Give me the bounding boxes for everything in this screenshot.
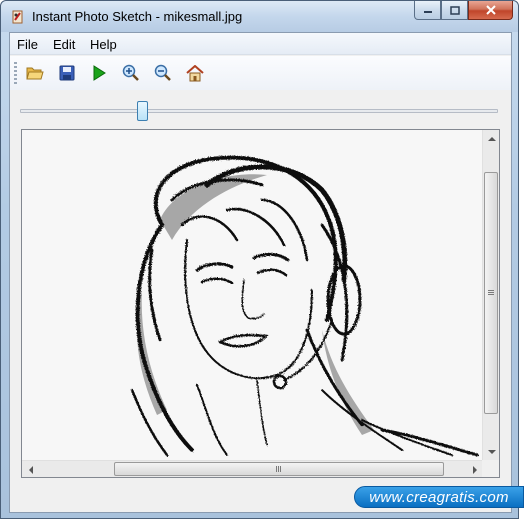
close-button[interactable] bbox=[468, 1, 513, 20]
slider-track[interactable] bbox=[20, 109, 498, 113]
scroll-grip-icon bbox=[488, 290, 494, 296]
scroll-corner bbox=[482, 460, 499, 477]
minimize-icon bbox=[423, 11, 432, 13]
window-title: Instant Photo Sketch - mikesmall.jpg bbox=[32, 9, 243, 24]
scroll-up-button[interactable] bbox=[483, 130, 499, 147]
vertical-scroll-thumb[interactable] bbox=[484, 172, 498, 414]
title-bar[interactable]: Instant Photo Sketch - mikesmall.jpg bbox=[1, 1, 518, 32]
toolbar-grip[interactable] bbox=[14, 62, 17, 84]
save-button[interactable] bbox=[57, 63, 77, 83]
menu-bar: File Edit Help bbox=[10, 33, 511, 55]
play-icon bbox=[93, 65, 106, 81]
menu-file[interactable]: File bbox=[17, 37, 38, 52]
close-icon bbox=[485, 5, 496, 15]
home-button[interactable] bbox=[185, 63, 205, 83]
zoom-out-icon bbox=[154, 64, 171, 81]
minimize-button[interactable] bbox=[414, 1, 441, 20]
app-window: Instant Photo Sketch - mikesmall.jpg Fil… bbox=[0, 0, 519, 519]
image-viewport bbox=[21, 129, 500, 478]
menu-edit[interactable]: Edit bbox=[53, 37, 75, 52]
window-controls bbox=[414, 1, 513, 21]
scroll-left-button[interactable] bbox=[22, 461, 39, 477]
watermark-badge: www.creagratis.com bbox=[354, 486, 524, 508]
scroll-grip-icon bbox=[276, 466, 282, 472]
zoom-in-button[interactable] bbox=[121, 63, 141, 83]
save-icon bbox=[59, 65, 75, 81]
horizontal-scroll-thumb[interactable] bbox=[114, 462, 444, 476]
slider-thumb[interactable] bbox=[136, 101, 148, 121]
scroll-down-button[interactable] bbox=[483, 443, 499, 460]
toolbar bbox=[10, 56, 511, 90]
client-area: File Edit Help bbox=[9, 32, 512, 513]
sketch-level-slider-area bbox=[10, 91, 511, 127]
run-button[interactable] bbox=[89, 63, 109, 83]
home-icon bbox=[186, 64, 204, 81]
arrow-up-icon bbox=[487, 136, 496, 141]
arrow-right-icon bbox=[472, 465, 477, 474]
scroll-right-button[interactable] bbox=[466, 461, 483, 477]
menu-help[interactable]: Help bbox=[90, 37, 117, 52]
app-icon bbox=[12, 10, 23, 24]
sketch-image bbox=[22, 130, 483, 460]
zoom-out-button[interactable] bbox=[153, 63, 173, 83]
horizontal-scrollbar[interactable] bbox=[22, 460, 483, 477]
zoom-in-icon bbox=[122, 64, 139, 81]
open-icon bbox=[26, 67, 44, 80]
maximize-button[interactable] bbox=[441, 1, 468, 20]
arrow-left-icon bbox=[28, 465, 33, 474]
arrow-down-icon bbox=[487, 449, 496, 454]
open-button[interactable] bbox=[25, 63, 45, 83]
maximize-icon bbox=[449, 5, 460, 15]
vertical-scrollbar[interactable] bbox=[482, 130, 499, 460]
